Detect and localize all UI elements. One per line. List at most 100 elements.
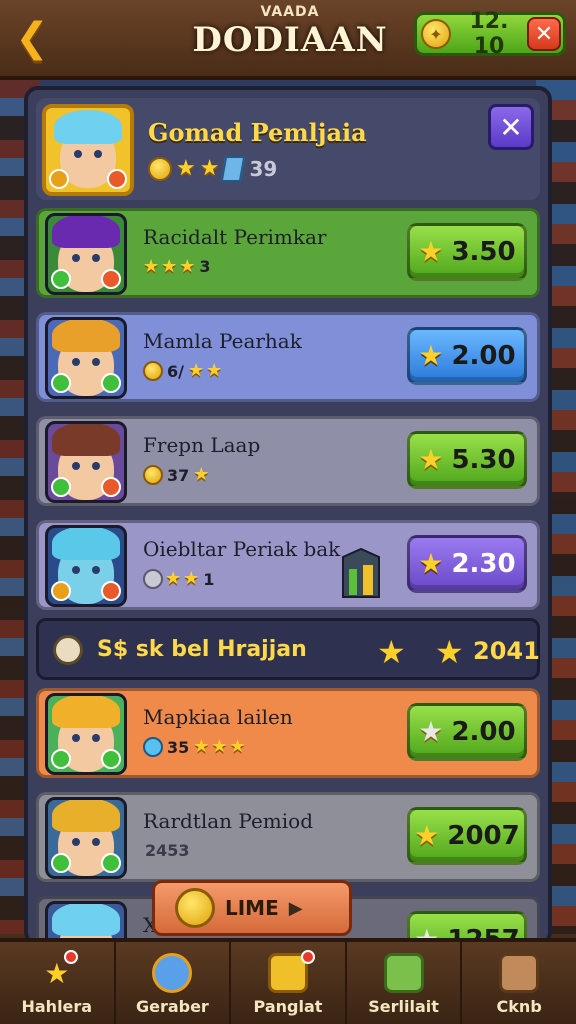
- list-item[interactable]: Mapkiaa lailen 35 ★ ★ ★ ★ 2.00: [36, 688, 540, 778]
- character-avatar: [45, 421, 127, 503]
- buy-button[interactable]: ★ 2.00: [407, 327, 527, 385]
- character-avatar: [45, 317, 127, 399]
- star-icon: ★: [183, 568, 200, 589]
- character-name: Rardtlan Pemiod: [143, 809, 313, 833]
- nav-item-serlilait[interactable]: Serlilait: [347, 942, 463, 1024]
- character-avatar: [45, 797, 127, 879]
- gem-icon: [221, 156, 246, 182]
- claim-button[interactable]: LIME ▶: [152, 880, 352, 936]
- nav-item-panglat[interactable]: Panglat: [231, 942, 347, 1024]
- price-label: 5.30: [451, 445, 516, 475]
- bottom-nav: ★ Hahlera Geraber Panglat Serlilait Cknb: [0, 938, 576, 1024]
- list-item[interactable]: Racidalt Perimkar ★ ★ ★ 3 ★ 3.50: [36, 208, 540, 298]
- notification-dot: [301, 950, 316, 964]
- coin-icon: [143, 465, 163, 485]
- nav-item-cknb[interactable]: Cknb: [462, 942, 576, 1024]
- list-item[interactable]: Mamla Pearhak 6/ ★ ★ ★ 2.00: [36, 312, 540, 402]
- bonus-text: S$ sk bel Hrajjan: [97, 637, 307, 662]
- scroll-icon: [383, 953, 424, 993]
- character-stats: 2453: [143, 841, 192, 860]
- silver-coin-icon: [143, 569, 163, 589]
- character-avatar: [45, 213, 127, 295]
- badge-icon: [51, 373, 71, 393]
- buy-button[interactable]: ★ 2007: [407, 807, 527, 865]
- star-icon: ★: [211, 736, 228, 757]
- page-subtitle: VAADA: [260, 4, 320, 20]
- coin-icon: [175, 888, 215, 928]
- star-icon: ★: [193, 464, 210, 485]
- chevron-left-icon: ❮: [15, 15, 49, 61]
- badge-icon: [101, 749, 121, 769]
- buy-button[interactable]: ★ 3.50: [407, 223, 527, 281]
- list-item[interactable]: Rardtlan Pemiod 2453 ★ 2007: [36, 792, 540, 882]
- character-stats: ★ ★ ★ 3: [143, 257, 213, 276]
- play-icon: ▶: [288, 897, 303, 919]
- buy-button[interactable]: ★ 2.30: [407, 535, 527, 593]
- character-name: Racidalt Perimkar: [143, 225, 327, 249]
- badge-icon: [101, 581, 121, 601]
- currency-close-button[interactable]: ✕: [527, 17, 561, 51]
- star-icon: ★: [418, 547, 444, 580]
- character-name: Mapkiaa lailen: [143, 705, 293, 729]
- player-stat-value: 39: [249, 157, 278, 181]
- close-button[interactable]: ✕: [488, 104, 534, 150]
- main-panel: Gomad Pemljaia ★ ★ 39 ✕ Racidalt Perimka…: [24, 86, 552, 946]
- star-icon: ★: [176, 156, 196, 181]
- coin-icon: [148, 157, 172, 181]
- character-name: Oiebltar Periak bak: [143, 537, 341, 561]
- top-bar: ❮ VAADA DODIAAN ✦ 12. 10 ✕: [0, 0, 576, 80]
- price-label: 2007: [447, 821, 520, 851]
- back-button[interactable]: ❮: [10, 14, 54, 62]
- nav-item-geraber[interactable]: Geraber: [116, 942, 232, 1024]
- camera-icon: [499, 953, 540, 993]
- character-stat-value: 1: [203, 569, 215, 589]
- title-block: VAADA DODIAAN: [190, 4, 390, 60]
- badge-icon: [51, 853, 71, 873]
- star-icon: ★: [377, 633, 406, 671]
- character-stats: 6/ ★ ★: [143, 361, 222, 381]
- magnifier-icon: [152, 953, 193, 993]
- star-icon: ★: [229, 736, 246, 757]
- list-item[interactable]: Oiebltar Periak bak ★ ★ 1 ★ 2.30: [36, 520, 540, 610]
- star-icon: ★: [143, 255, 160, 277]
- buy-button[interactable]: ★ 5.30: [407, 431, 527, 489]
- badge-icon: [51, 269, 71, 289]
- character-stats: 35 ★ ★ ★: [143, 737, 246, 757]
- currency-value: 12. 10: [469, 9, 509, 59]
- star-icon: ★: [199, 156, 220, 181]
- character-stats: ★ ★ 1: [143, 569, 216, 589]
- character-name: Mamla Pearhak: [143, 329, 302, 353]
- nav-item-hahlera[interactable]: ★ Hahlera: [0, 942, 116, 1024]
- player-avatar[interactable]: [42, 104, 134, 196]
- bonus-bar[interactable]: S$ sk bel Hrajjan ★ ★ 2041: [36, 618, 540, 680]
- nav-label: Serlilait: [368, 997, 439, 1016]
- nav-label: Cknb: [496, 997, 542, 1016]
- player-stats: ★ ★ 39: [148, 156, 277, 182]
- star-icon: ★: [161, 255, 178, 277]
- coin-icon: ✦: [421, 19, 451, 49]
- badge-icon: [101, 853, 121, 873]
- currency-display[interactable]: ✦ 12. 10 ✕: [414, 9, 566, 59]
- star-icon: ★: [414, 819, 440, 852]
- star-icon: ★: [418, 715, 444, 748]
- player-name: Gomad Pemljaia: [148, 118, 367, 147]
- star-icon: ★: [206, 360, 223, 381]
- banner-icon: [342, 547, 380, 598]
- character-stat-value: 3: [199, 257, 211, 276]
- close-icon: ✕: [499, 110, 523, 144]
- character-avatar: [45, 525, 127, 607]
- badge-icon: [101, 269, 121, 289]
- list-item[interactable]: Frepn Laap 37 ★ ★ 5.30: [36, 416, 540, 506]
- nav-label: Panglat: [253, 997, 323, 1016]
- bonus-value: 2041: [473, 637, 540, 665]
- star-icon: ★: [435, 633, 464, 671]
- badge-icon: [51, 477, 71, 497]
- star-icon: ★: [418, 235, 444, 268]
- price-label: 3.50: [451, 237, 516, 267]
- character-stat-value: 35: [167, 737, 190, 757]
- badge-icon: [51, 581, 71, 601]
- price-label: 2.00: [451, 717, 516, 747]
- star-icon: ★: [187, 360, 205, 381]
- buy-button[interactable]: ★ 2.00: [407, 703, 527, 761]
- price-label: 2.30: [451, 549, 516, 579]
